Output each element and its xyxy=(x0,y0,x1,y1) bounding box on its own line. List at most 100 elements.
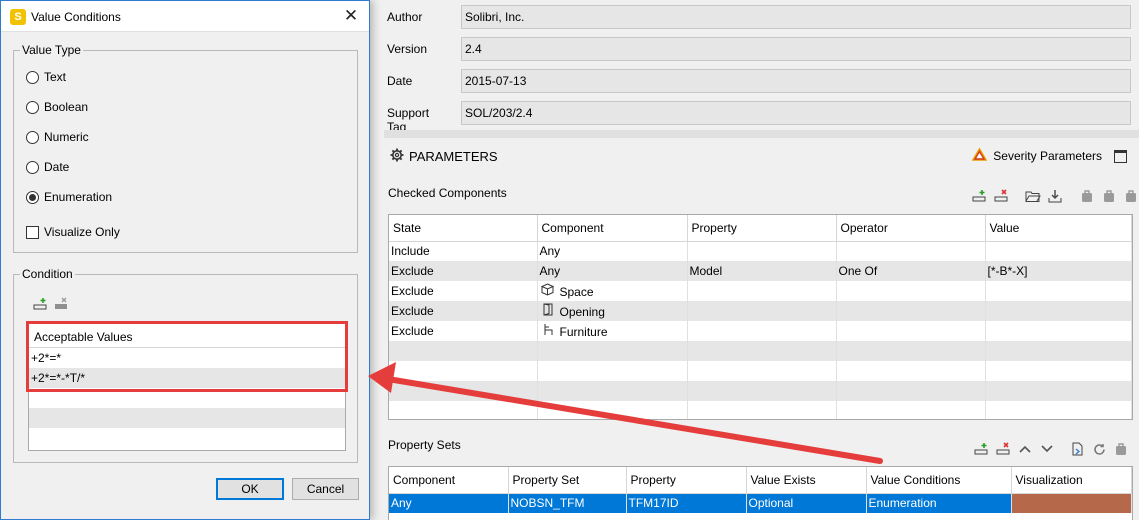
bag-icon[interactable] xyxy=(1112,441,1130,457)
column-header-property-set[interactable]: Property Set xyxy=(508,467,627,494)
remove-row-icon[interactable] xyxy=(992,188,1010,204)
author-field[interactable]: Solibri, Inc. xyxy=(461,5,1131,29)
property-sets-table[interactable]: Component Property Set Property Value Ex… xyxy=(388,466,1133,520)
support-tag-field[interactable]: SOL/203/2.4 xyxy=(461,101,1131,125)
panel-toggle-icon[interactable] xyxy=(1114,149,1127,163)
property-cell[interactable] xyxy=(687,321,837,341)
value-conditions-cell[interactable]: Enumeration xyxy=(866,493,1012,513)
operator-cell[interactable] xyxy=(836,301,986,321)
radio-date[interactable]: Date xyxy=(26,160,69,174)
state-cell[interactable]: Exclude xyxy=(389,261,538,281)
parameters-title: PARAMETERS xyxy=(409,149,498,164)
acceptable-values-list[interactable]: Acceptable Values +2*=* +2*=*-*T/* xyxy=(28,321,346,451)
export-icon[interactable] xyxy=(1068,441,1086,457)
radio-button[interactable] xyxy=(26,70,39,84)
operator-cell[interactable]: One Of xyxy=(836,261,986,281)
component-cell[interactable]: Any xyxy=(537,241,688,261)
property-cell[interactable] xyxy=(687,301,837,321)
operator-cell[interactable] xyxy=(836,281,986,301)
severity-parameters-link[interactable]: Severity Parameters xyxy=(971,147,1127,164)
value-type-group: Value Type Text Boolean Numeric Date Enu… xyxy=(13,43,358,253)
property-cell[interactable] xyxy=(687,281,837,301)
operator-cell[interactable] xyxy=(836,241,986,261)
open-folder-icon[interactable] xyxy=(1024,188,1042,204)
column-header-value-exists[interactable]: Value Exists xyxy=(746,467,867,494)
add-row-icon[interactable] xyxy=(972,441,990,457)
property-set-cell[interactable]: NOBSN_TFM xyxy=(508,493,627,513)
radio-button[interactable] xyxy=(26,100,39,114)
close-icon[interactable]: ✕ xyxy=(341,6,361,26)
checked-components-toolbar xyxy=(970,188,1139,204)
table-row[interactable]: Exclude Furniture xyxy=(389,321,1132,341)
state-cell[interactable]: Exclude xyxy=(389,321,538,341)
column-header-property[interactable]: Property xyxy=(687,215,837,242)
empty-row xyxy=(29,408,345,428)
visualization-cell[interactable] xyxy=(1011,493,1132,513)
chair-icon xyxy=(540,323,556,339)
move-up-icon[interactable] xyxy=(1016,441,1034,457)
add-value-icon[interactable] xyxy=(33,297,47,314)
property-cell[interactable]: Model xyxy=(687,261,837,281)
value-cell[interactable] xyxy=(985,281,1132,301)
table-row[interactable]: Exclude Opening xyxy=(389,301,1132,321)
radio-button-selected[interactable] xyxy=(26,190,39,204)
table-row[interactable]: Exclude Space xyxy=(389,281,1132,301)
radio-button[interactable] xyxy=(26,160,39,174)
checked-components-title: Checked Components xyxy=(388,186,507,200)
dialog-titlebar[interactable]: S Value Conditions ✕ xyxy=(1,1,369,32)
value-cell[interactable]: [*-B*-X] xyxy=(985,261,1132,281)
list-item[interactable]: +2*=*-*T/* xyxy=(29,368,345,388)
value-cell[interactable] xyxy=(985,241,1132,261)
radio-boolean[interactable]: Boolean xyxy=(26,100,88,114)
operator-cell[interactable] xyxy=(836,321,986,341)
radio-button[interactable] xyxy=(26,130,39,144)
column-header-operator[interactable]: Operator xyxy=(836,215,986,242)
state-cell[interactable]: Exclude xyxy=(389,301,538,321)
refresh-icon[interactable] xyxy=(1090,441,1108,457)
component-cell[interactable]: Opening xyxy=(537,301,688,321)
download-icon[interactable] xyxy=(1046,188,1064,204)
value-exists-cell[interactable]: Optional xyxy=(746,493,867,513)
remove-value-icon[interactable] xyxy=(54,297,68,314)
component-label: Space xyxy=(559,285,594,299)
component-cell[interactable]: Any xyxy=(537,261,688,281)
radio-label: Enumeration xyxy=(44,190,113,204)
table-row[interactable]: Exclude Any Model One Of [*-B*-X] xyxy=(389,261,1132,281)
radio-enumeration[interactable]: Enumeration xyxy=(26,190,112,204)
property-cell[interactable]: TFM17ID xyxy=(626,493,747,513)
ok-button[interactable]: OK xyxy=(216,478,284,500)
value-cell[interactable] xyxy=(985,321,1132,341)
state-cell[interactable]: Exclude xyxy=(389,281,538,301)
remove-row-icon[interactable] xyxy=(994,441,1012,457)
acceptable-values-header[interactable]: Acceptable Values xyxy=(29,322,345,348)
column-header-visualization[interactable]: Visualization xyxy=(1011,467,1132,494)
column-header-component[interactable]: Component xyxy=(389,467,509,494)
date-field[interactable]: 2015-07-13 xyxy=(461,69,1131,93)
checked-components-table[interactable]: State Component Property Operator Value … xyxy=(388,214,1133,420)
column-header-component[interactable]: Component xyxy=(537,215,688,242)
cancel-button[interactable]: Cancel xyxy=(292,478,359,500)
list-item[interactable]: +2*=* xyxy=(29,348,345,368)
value-cell[interactable] xyxy=(985,301,1132,321)
column-header-property[interactable]: Property xyxy=(626,467,747,494)
radio-numeric[interactable]: Numeric xyxy=(26,130,89,144)
visualize-only-checkbox[interactable] xyxy=(26,225,39,239)
property-cell[interactable] xyxy=(687,241,837,261)
component-cell[interactable]: Furniture xyxy=(537,321,688,341)
component-cell[interactable]: Any xyxy=(389,493,509,513)
table-row[interactable]: Any NOBSN_TFM TFM17ID Optional Enumerati… xyxy=(389,493,1132,513)
column-header-value-conditions[interactable]: Value Conditions xyxy=(866,467,1012,494)
component-cell[interactable]: Space xyxy=(537,281,688,301)
table-row[interactable]: Include Any xyxy=(389,241,1132,261)
visualize-only-checkbox-row[interactable]: Visualize Only xyxy=(26,225,120,239)
version-field[interactable]: 2.4 xyxy=(461,37,1131,61)
move-down-icon[interactable] xyxy=(1038,441,1056,457)
state-cell[interactable]: Include xyxy=(389,241,538,261)
bag-remove-icon[interactable] xyxy=(1122,188,1139,204)
column-header-value[interactable]: Value xyxy=(985,215,1132,242)
add-row-icon[interactable] xyxy=(970,188,988,204)
bag-add-icon[interactable] xyxy=(1100,188,1118,204)
bag-icon[interactable] xyxy=(1078,188,1096,204)
radio-text[interactable]: Text xyxy=(26,70,66,84)
column-header-state[interactable]: State xyxy=(389,215,538,242)
